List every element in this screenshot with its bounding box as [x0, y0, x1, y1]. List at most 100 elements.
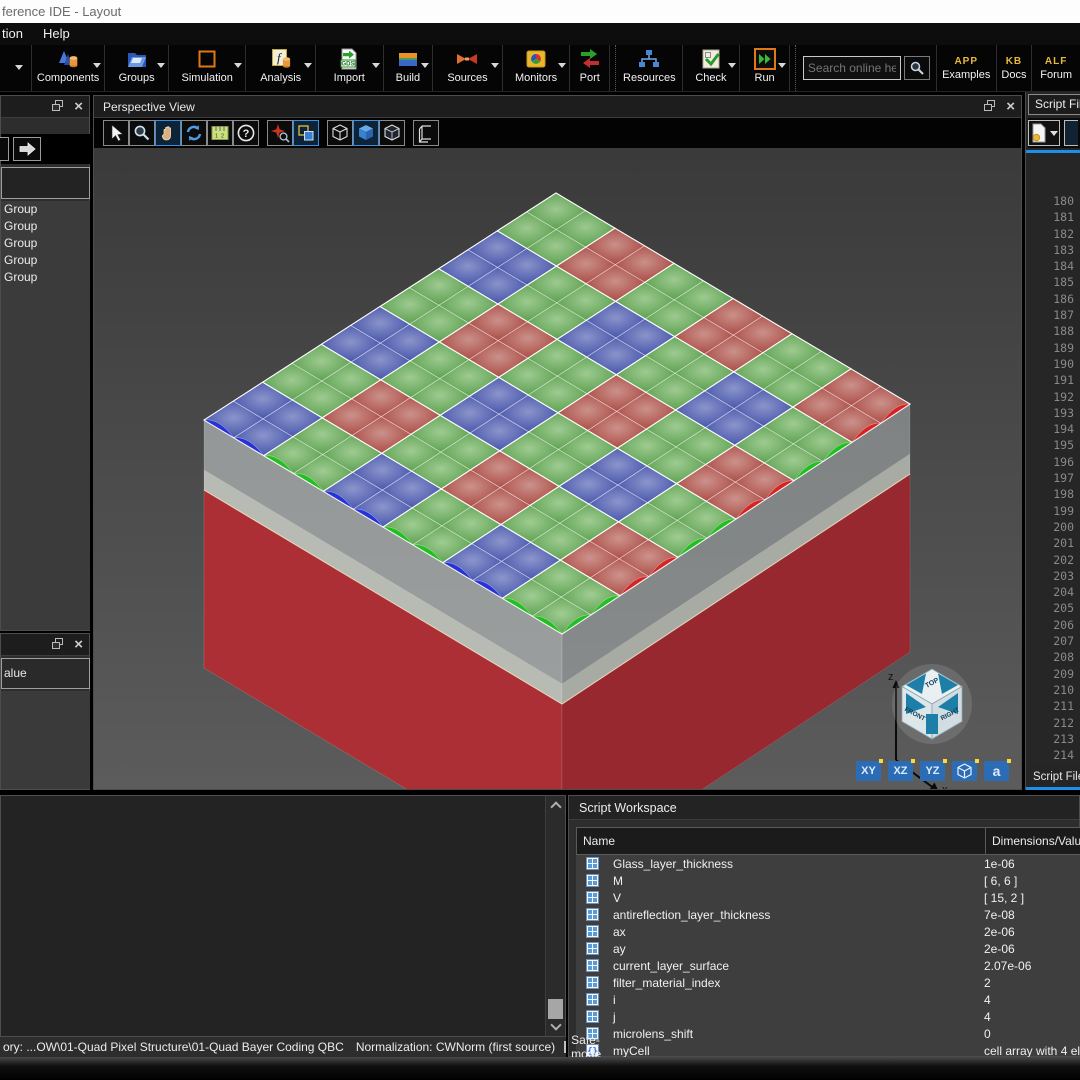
menu-bar: tion Help — [0, 23, 1080, 45]
toolbar-button-import[interactable]: GDS Import — [316, 45, 384, 91]
view-cube[interactable]: TOP FRONT RIGHT — [892, 664, 972, 744]
toolbar-button-run[interactable]: Run — [740, 45, 790, 91]
variable-matrix-icon — [586, 908, 599, 921]
alf-forum-button[interactable]: ALF Forum — [1032, 45, 1080, 91]
pan-tool-button[interactable] — [155, 120, 181, 146]
console-scrollbar[interactable] — [545, 796, 565, 1036]
toolbar-button-cutoff[interactable] — [0, 45, 32, 91]
section-view-button[interactable] — [413, 120, 439, 146]
variable-value: 7e-08 — [984, 908, 1015, 922]
table-row[interactable]: ay2e-06 — [576, 940, 1080, 957]
menu-item-help[interactable]: Help — [33, 23, 80, 45]
toolbar-button-groups[interactable]: Groups — [105, 45, 169, 91]
view-3d-button[interactable] — [952, 761, 977, 781]
close-panel-icon[interactable]: × — [1006, 99, 1015, 115]
table-row[interactable]: microlens_shift0 — [576, 1025, 1080, 1042]
rotate-view-button[interactable] — [181, 120, 207, 146]
dropdown-arrow-icon[interactable] — [728, 63, 736, 68]
float-panel-icon[interactable] — [51, 637, 64, 653]
overlap-squares-icon — [296, 123, 316, 143]
objects-panel-titlebar: × — [1, 96, 89, 118]
variable-matrix-icon — [586, 857, 599, 870]
build-icon — [396, 47, 420, 71]
table-row[interactable]: current_layer_surface2.07e-06 — [576, 957, 1080, 974]
select-tool-button[interactable] — [103, 120, 129, 146]
view-axes-button[interactable]: a — [984, 761, 1009, 781]
help-tool-button[interactable]: ? — [233, 120, 259, 146]
toolbar-button-analysis[interactable]: f Analysis — [246, 45, 316, 91]
table-row[interactable]: Glass_layer_thickness1e-06 — [576, 855, 1080, 872]
groups-icon — [125, 47, 149, 71]
toolbar-button-components[interactable]: Components — [32, 45, 106, 91]
toolbar-button-build[interactable]: Build — [384, 45, 434, 91]
close-panel-icon[interactable]: × — [74, 637, 83, 653]
tree-item-group[interactable]: Group — [1, 252, 90, 269]
zoom-tool-button[interactable] — [129, 120, 155, 146]
app-examples-button[interactable]: APP Examples — [937, 45, 997, 91]
zoom-extents-button[interactable] — [267, 120, 293, 146]
toolbar-button-monitors[interactable]: Monitors — [503, 45, 571, 91]
toolbar-button-check[interactable]: Check — [683, 45, 741, 91]
new-script-button[interactable] — [1028, 120, 1060, 146]
float-panel-icon[interactable] — [51, 99, 64, 115]
ruler-tool-button[interactable]: 12 — [207, 120, 233, 146]
dropdown-arrow-icon[interactable] — [421, 63, 429, 68]
close-panel-icon[interactable]: × — [74, 99, 83, 115]
tree-item-group[interactable]: Group — [1, 269, 90, 286]
solid-view-button[interactable] — [353, 120, 379, 146]
menu-item-tion[interactable]: tion — [0, 23, 33, 45]
search-button[interactable] — [904, 56, 930, 80]
table-row[interactable]: j4 — [576, 1008, 1080, 1025]
toolbar-button-port[interactable]: Port — [570, 45, 610, 91]
dropdown-arrow-icon[interactable] — [157, 63, 165, 68]
tab-script-file[interactable]: Script File — [1026, 768, 1080, 786]
scroll-down-button[interactable] — [546, 1018, 565, 1036]
table-row[interactable]: antireflection_layer_thickness7e-08 — [576, 906, 1080, 923]
wireframe-view-button[interactable] — [327, 120, 353, 146]
table-row[interactable]: ax2e-06 — [576, 923, 1080, 940]
toolbar-button-resources[interactable]: Resources — [617, 45, 683, 91]
script-editor[interactable]: 1801811821831841851861871881891901911921… — [1026, 156, 1080, 766]
dropdown-arrow-icon[interactable] — [15, 65, 23, 70]
view-xz-button[interactable]: XZ — [888, 761, 913, 781]
table-row[interactable]: V[ 15, 2 ] — [576, 889, 1080, 906]
kb-docs-button[interactable]: KB Docs — [997, 45, 1033, 91]
magnifier-icon — [132, 123, 152, 143]
3d-scene-area[interactable]: z x TOP F — [94, 148, 1021, 789]
forward-arrow-button[interactable] — [13, 137, 41, 161]
scroll-up-button[interactable] — [546, 796, 565, 814]
dropdown-arrow-icon[interactable] — [491, 63, 499, 68]
transparent-view-button[interactable] — [379, 120, 405, 146]
table-row[interactable]: filter_material_index2 — [576, 974, 1080, 991]
fit-selection-button[interactable] — [293, 120, 319, 146]
dropdown-arrow-icon[interactable] — [778, 63, 786, 68]
toolbar-button-simulation[interactable]: Simulation — [169, 45, 247, 91]
table-row[interactable]: M[ 6, 6 ] — [576, 872, 1080, 889]
safe-mode-checkbox[interactable] — [564, 1041, 566, 1053]
dropdown-arrow-icon[interactable] — [372, 63, 380, 68]
variable-value: 4 — [984, 993, 991, 1007]
script-button-cutoff[interactable] — [1064, 120, 1078, 146]
dropdown-arrow-icon[interactable] — [234, 63, 242, 68]
tree-item-group[interactable]: Group — [1, 235, 90, 252]
view-yz-button[interactable]: YZ — [920, 761, 945, 781]
back-arrow-button[interactable] — [0, 137, 9, 161]
tree-item-group[interactable]: Group — [1, 218, 90, 235]
float-panel-icon[interactable] — [983, 99, 996, 115]
port-icon — [578, 47, 602, 71]
viewport-toolbar: 12 ? — [94, 118, 1021, 148]
script-console[interactable] — [0, 795, 566, 1037]
scrollbar-thumb[interactable] — [548, 999, 563, 1019]
column-header-name[interactable]: Name — [576, 827, 986, 855]
search-input[interactable] — [803, 56, 901, 80]
dropdown-arrow-icon[interactable] — [558, 63, 566, 68]
dropdown-arrow-icon[interactable] — [304, 63, 312, 68]
table-row[interactable]: i4 — [576, 991, 1080, 1008]
view-xy-button[interactable]: XY — [856, 761, 881, 781]
dropdown-arrow-icon[interactable] — [1050, 131, 1058, 136]
column-header-dimensions-value[interactable]: Dimensions/Value — [986, 827, 1080, 855]
dropdown-arrow-icon[interactable] — [93, 63, 101, 68]
variable-name: Glass_layer_thickness — [613, 857, 733, 871]
toolbar-button-sources[interactable]: Sources — [433, 45, 503, 91]
tree-item-group[interactable]: Group — [1, 201, 90, 218]
